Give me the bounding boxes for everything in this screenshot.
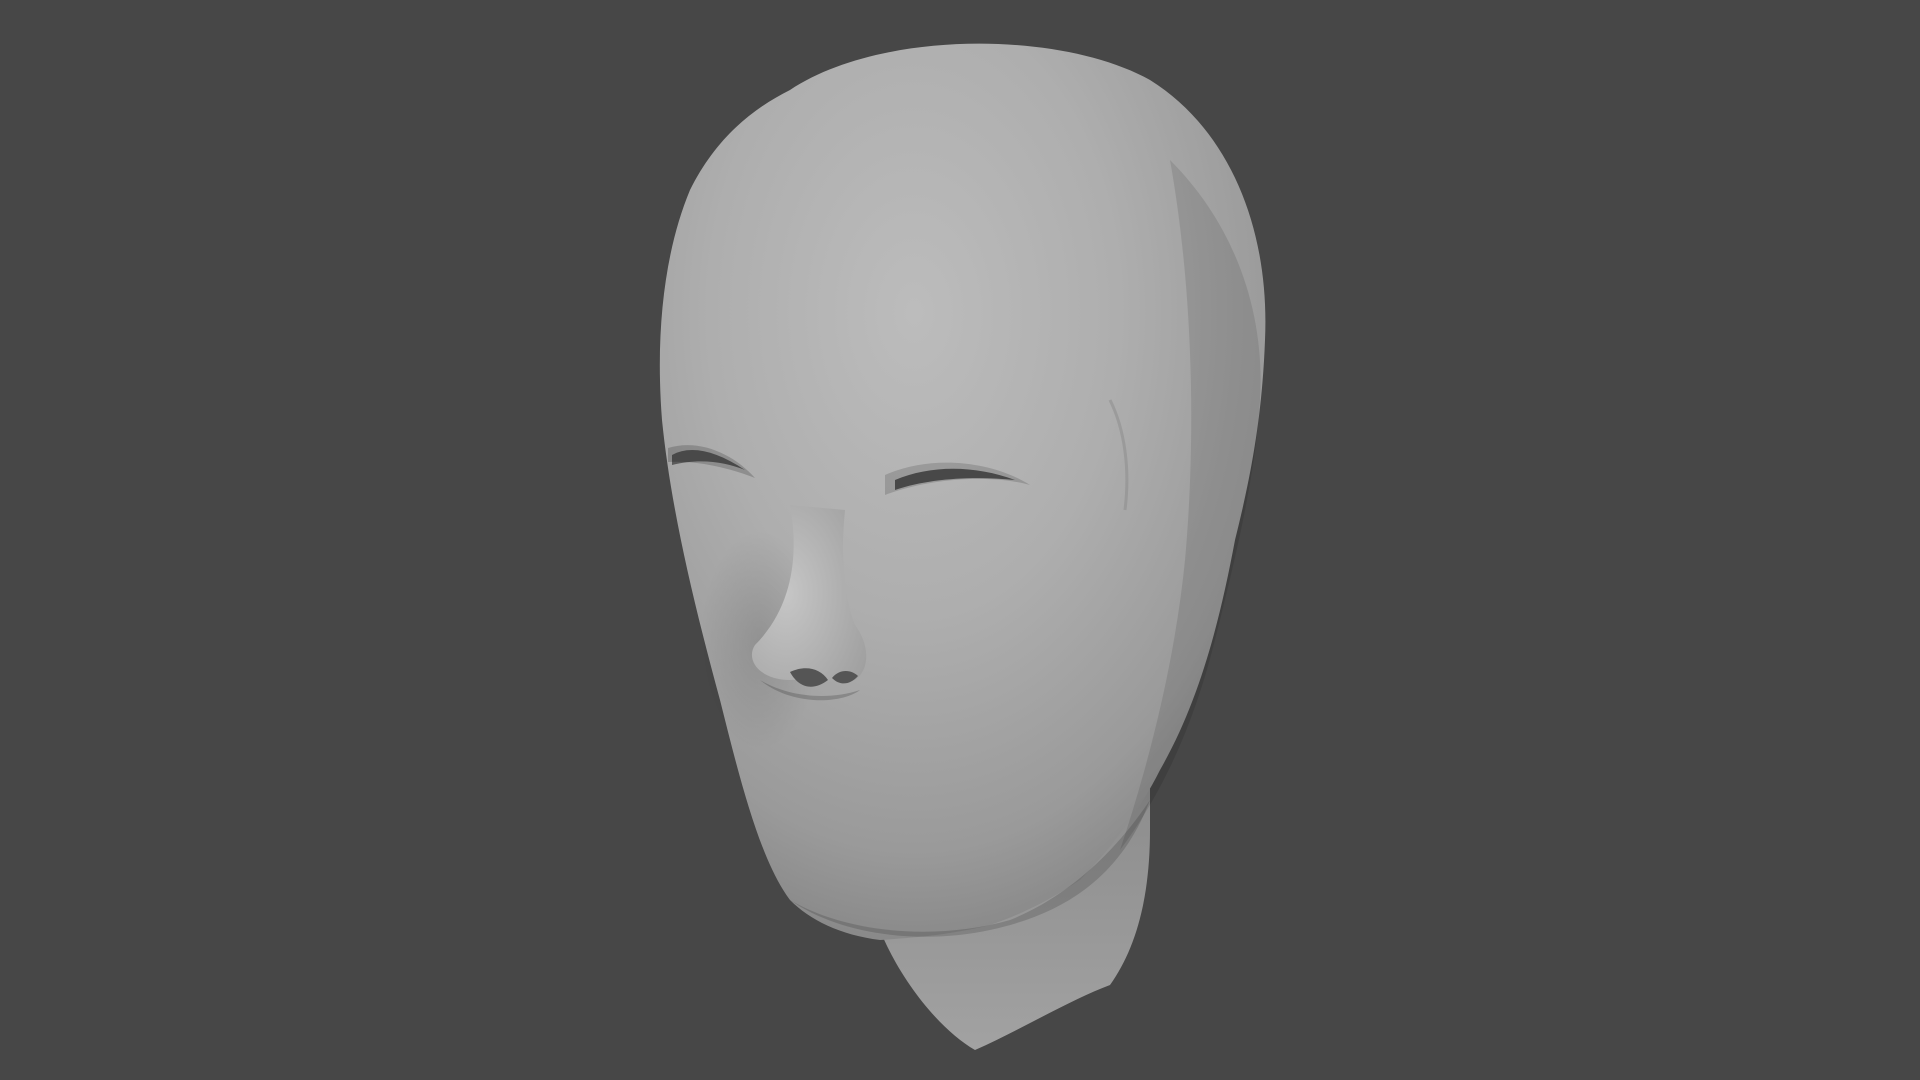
3d-viewport[interactable] bbox=[0, 0, 1920, 1080]
head-render bbox=[659, 43, 1266, 1050]
